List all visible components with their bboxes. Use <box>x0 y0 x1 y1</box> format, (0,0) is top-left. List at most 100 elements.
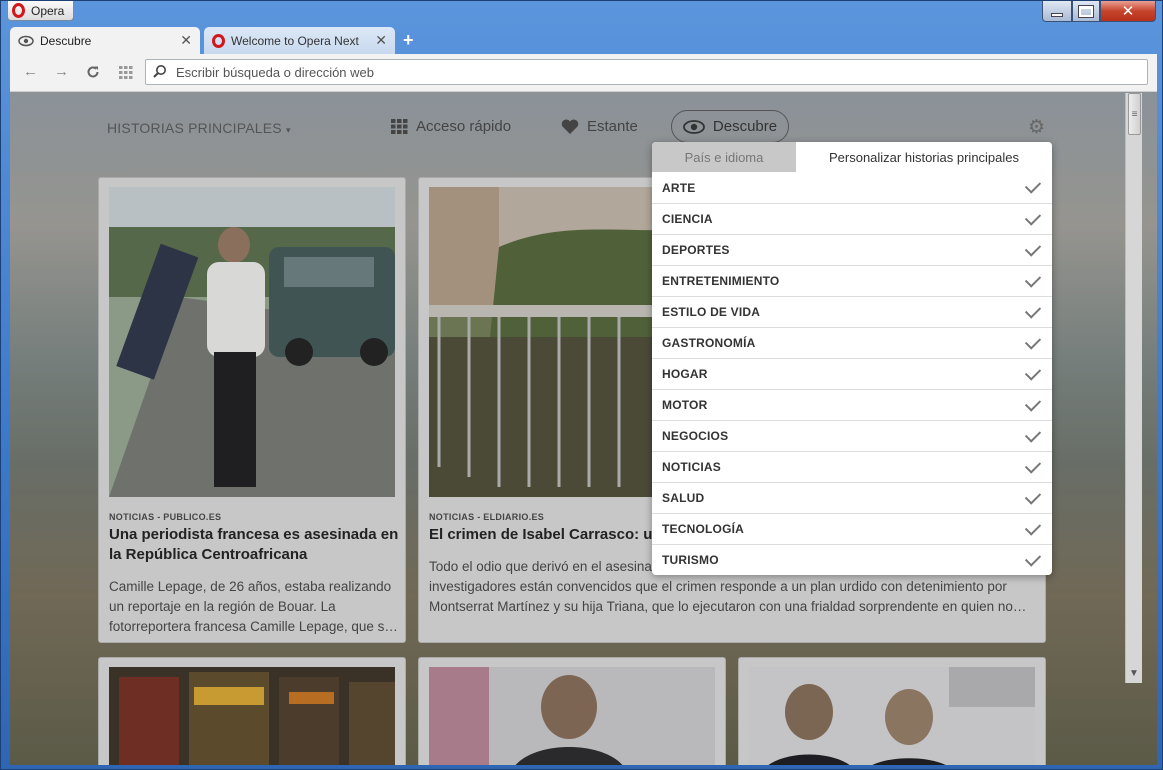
card-title-line: la República Centroafricana <box>109 546 308 563</box>
tab-personalizar[interactable]: Personalizar historias principales <box>796 142 1052 172</box>
checkmark-icon[interactable] <box>1024 363 1042 381</box>
descubre-button[interactable]: Descubre <box>671 110 789 143</box>
card-source: NOTICIAS - ELDIARIO.ES <box>429 512 545 522</box>
category-item[interactable]: SALUD <box>652 482 1052 513</box>
checkmark-icon[interactable] <box>1024 394 1042 412</box>
heart-icon <box>561 119 579 134</box>
close-tab-icon[interactable]: ✕ <box>375 32 387 49</box>
panel-tabs: País e idioma Personalizar historias pri… <box>652 142 1052 172</box>
category-label: TECNOLOGÍA <box>662 522 744 536</box>
minimize-button[interactable] <box>1042 1 1072 22</box>
eye-icon <box>18 35 34 46</box>
window-controls: ✕ <box>1042 1 1156 22</box>
news-photo <box>109 187 395 497</box>
back-icon[interactable]: ← <box>23 63 38 80</box>
estante-label: Estante <box>587 118 638 135</box>
checkmark-icon[interactable] <box>1024 332 1042 350</box>
category-item[interactable]: MOTOR <box>652 389 1052 420</box>
opera-logo-icon <box>12 3 25 18</box>
search-icon <box>153 65 166 78</box>
address-placeholder: Escribir búsqueda o dirección web <box>176 64 374 80</box>
news-card[interactable] <box>98 657 406 765</box>
forward-icon[interactable]: → <box>54 63 69 80</box>
category-label: SALUD <box>662 491 705 505</box>
eye-icon <box>682 119 705 134</box>
toolbar: ← → Escribir búsqueda o dirección web <box>10 54 1157 92</box>
category-label: TURISMO <box>662 553 719 567</box>
chevron-down-icon: ▾ <box>285 125 291 135</box>
category-item[interactable]: GASTRONOMÍA <box>652 327 1052 358</box>
category-label: ARTE <box>662 180 696 195</box>
card-title[interactable]: El crimen de Isabel Carrasco: un <box>429 525 662 545</box>
category-item[interactable]: TECNOLOGÍA <box>652 513 1052 544</box>
news-photo <box>429 667 715 765</box>
app-name: Opera <box>31 3 65 18</box>
card-summary-line: un reportaje en la región de Bouar. La <box>109 599 336 614</box>
opera-menu-button[interactable]: Opera <box>7 1 74 21</box>
card-summary-line: Camille Lepage, de 26 años, estaba reali… <box>109 579 392 594</box>
historias-label: HISTORIAS PRINCIPALES <box>107 120 282 136</box>
descubre-label: Descubre <box>712 118 778 135</box>
category-label: GASTRONOMÍA <box>662 336 756 350</box>
category-list: ARTE CIENCIA DEPORTES ENTRETENIMIENTO ESTILO… <box>652 172 1052 575</box>
category-label: NEGOCIOS <box>662 429 729 443</box>
checkmark-icon[interactable] <box>1024 425 1042 443</box>
close-window-button[interactable]: ✕ <box>1100 1 1156 22</box>
card-title[interactable]: Una periodista francesa es asesinada en … <box>109 525 398 565</box>
category-label: ENTRETENIMIENTO <box>662 274 780 288</box>
category-item[interactable]: NEGOCIOS <box>652 420 1052 451</box>
checkmark-icon[interactable] <box>1024 301 1042 319</box>
close-tab-icon[interactable]: ✕ <box>180 32 192 49</box>
news-photo <box>749 667 1035 765</box>
news-photo <box>109 667 395 765</box>
category-item[interactable]: ARTE <box>652 172 1052 203</box>
category-item[interactable]: DEPORTES <box>652 234 1052 265</box>
checkmark-icon[interactable] <box>1024 549 1042 567</box>
estante-link[interactable]: Estante <box>561 118 638 135</box>
scroll-down-icon[interactable]: ▼ <box>1129 668 1139 679</box>
checkmark-icon[interactable] <box>1024 456 1042 474</box>
tab-welcome[interactable]: Welcome to Opera Next ✕ <box>204 27 395 54</box>
news-card[interactable]: NOTICIAS - PUBLICO.ES Una periodista fra… <box>98 177 406 643</box>
minimize-icon <box>1051 13 1063 17</box>
page-scrollbar[interactable]: ≡ ▼ <box>1125 93 1142 683</box>
maximize-icon <box>1078 4 1094 18</box>
acceso-rapido-link[interactable]: Acceso rápido <box>391 118 511 135</box>
card-title-line: Una periodista francesa es asesinada en <box>109 526 399 543</box>
checkmark-icon[interactable] <box>1024 518 1042 536</box>
new-tab-button[interactable]: + <box>403 30 414 51</box>
checkmark-icon[interactable] <box>1024 487 1042 505</box>
checkmark-icon[interactable] <box>1024 208 1042 226</box>
customize-stories-panel: País e idioma Personalizar historias pri… <box>652 142 1052 575</box>
category-item[interactable]: ESTILO DE VIDA <box>652 296 1052 327</box>
tab-label: Welcome to Opera Next <box>231 33 359 48</box>
card-summary-line: Montserrat Martínez y su hija Triana, qu… <box>429 599 1027 614</box>
maximize-button[interactable] <box>1072 1 1100 22</box>
category-item[interactable]: NOTICIAS <box>652 451 1052 482</box>
card-summary-line: investigadores están convencidos que el … <box>429 579 1007 594</box>
category-label: DEPORTES <box>662 243 730 257</box>
speed-dial-grid-icon[interactable] <box>119 66 133 79</box>
checkmark-icon[interactable] <box>1024 177 1042 194</box>
historias-dropdown[interactable]: HISTORIAS PRINCIPALES ▾ <box>107 120 291 136</box>
category-label: CIENCIA <box>662 212 713 226</box>
gear-icon[interactable]: ⚙ <box>1028 116 1045 139</box>
card-summary-line: fotorreportera francesa Camille Lepage, … <box>109 619 398 634</box>
address-bar[interactable]: Escribir búsqueda o dirección web <box>145 59 1148 85</box>
category-item[interactable]: ENTRETENIMIENTO <box>652 265 1052 296</box>
acceso-rapido-label: Acceso rápido <box>416 118 512 135</box>
category-item[interactable]: HOGAR <box>652 358 1052 389</box>
tab-descubre[interactable]: Descubre ✕ <box>10 27 200 54</box>
checkmark-icon[interactable] <box>1024 270 1042 288</box>
tab-pais-idioma[interactable]: País e idioma <box>652 142 796 172</box>
checkmark-icon[interactable] <box>1024 239 1042 257</box>
close-icon: ✕ <box>1121 3 1135 20</box>
opera-icon <box>212 33 225 48</box>
category-item[interactable]: TURISMO <box>652 544 1052 575</box>
news-card[interactable] <box>418 657 726 765</box>
card-source: NOTICIAS - PUBLICO.ES <box>109 512 222 522</box>
grid-icon <box>391 119 408 134</box>
reload-icon[interactable] <box>86 65 100 79</box>
news-card[interactable] <box>738 657 1046 765</box>
category-item[interactable]: CIENCIA <box>652 203 1052 234</box>
